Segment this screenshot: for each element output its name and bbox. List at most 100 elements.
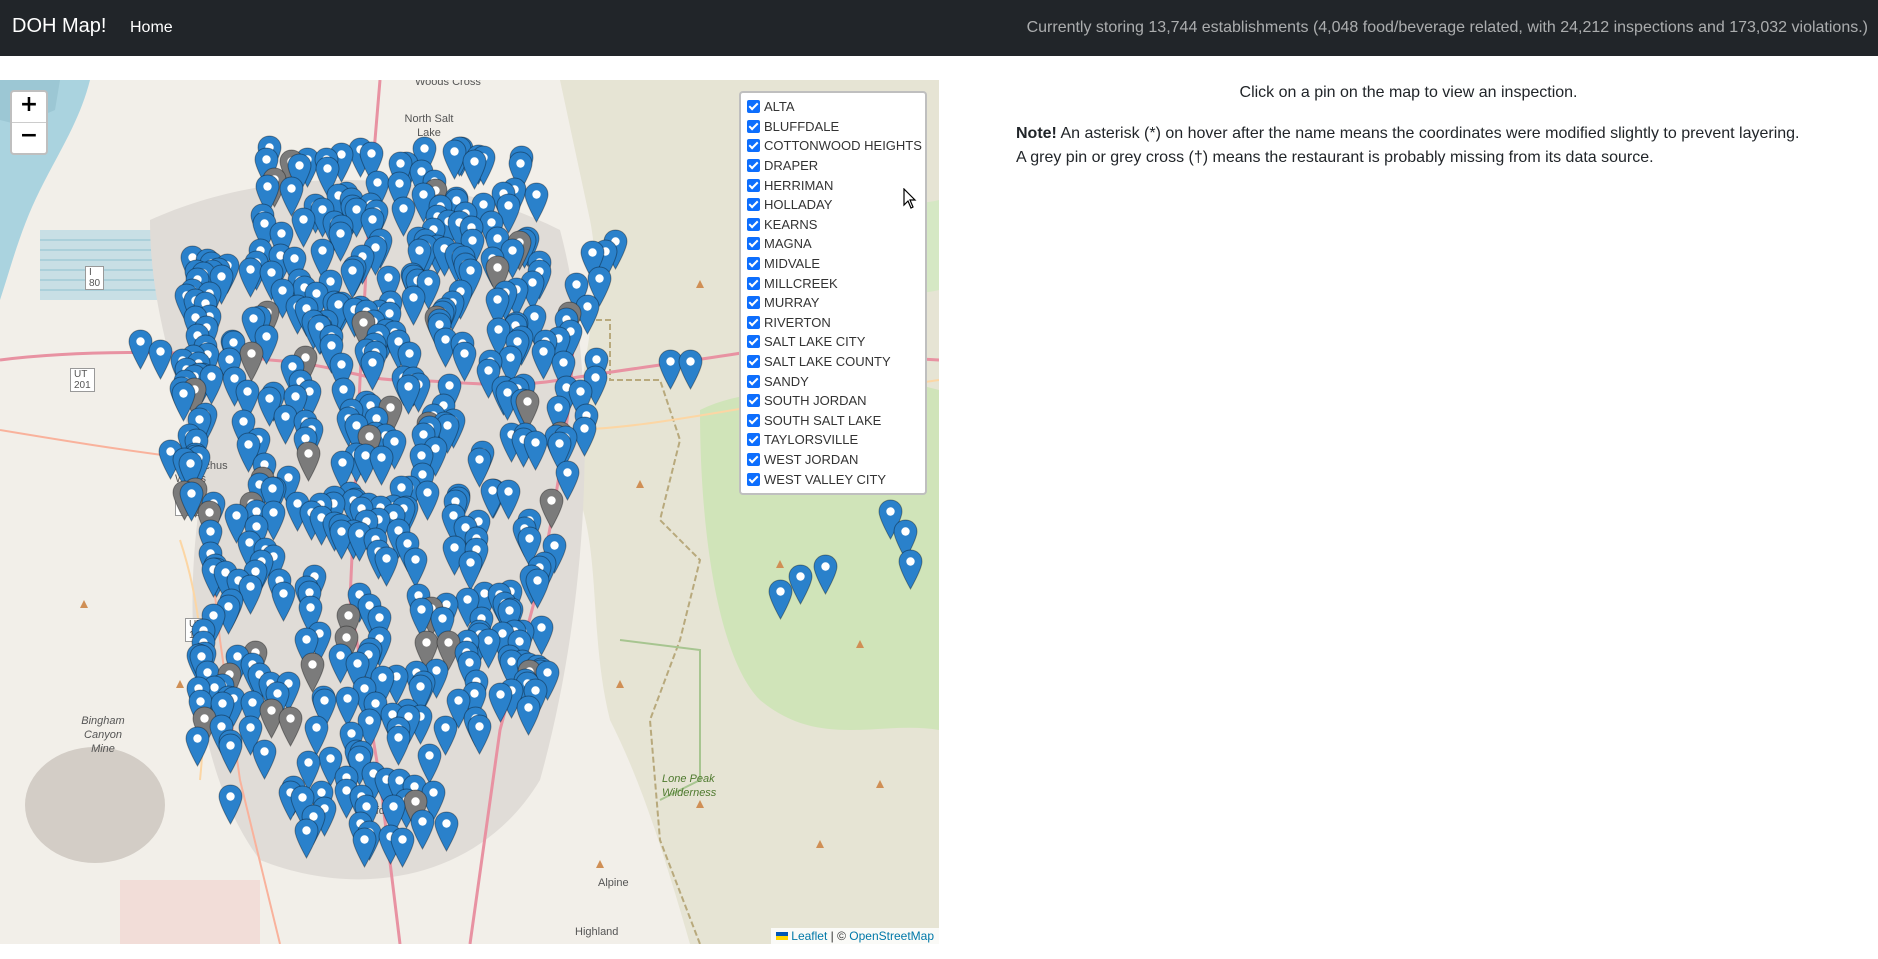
marker-pin-icon[interactable]	[525, 568, 550, 610]
layer-item-holladay[interactable]: HOLLADAY	[747, 195, 919, 215]
note-text-2: A grey pin or grey cross (†) means the r…	[1016, 149, 1654, 166]
layer-item-murray[interactable]: MURRAY	[747, 293, 919, 313]
marker-pin-icon[interactable]	[218, 784, 243, 825]
stats-text: Currently storing 13,744 establishments …	[1026, 19, 1868, 36]
marker-pin-icon[interactable]	[271, 581, 296, 622]
layer-item-salt-lake-county[interactable]: SALT LAKE COUNTY	[747, 352, 919, 372]
marker-pin-icon[interactable]	[678, 349, 703, 390]
marker-pin-icon[interactable]	[488, 682, 513, 723]
layer-checkbox[interactable]	[747, 355, 760, 369]
layer-label: SANDY	[764, 373, 809, 389]
layer-checkbox[interactable]	[747, 472, 760, 486]
brand-link[interactable]: DOH Map!	[12, 15, 106, 38]
layer-item-cottonwood-heights[interactable]: COTTONWOOD HEIGHTS	[747, 136, 922, 156]
layer-label: TAYLORSVILLE	[764, 432, 859, 448]
layer-label: ALTA	[764, 99, 795, 115]
layer-item-millcreek[interactable]: MILLCREEK	[747, 273, 919, 293]
layer-label: RIVERTON	[764, 314, 831, 330]
openstreetmap-link[interactable]: OpenStreetMap	[849, 929, 934, 943]
layer-checkbox[interactable]	[747, 159, 760, 173]
layer-item-bluffdale[interactable]: BLUFFDALE	[747, 117, 919, 137]
layer-checkbox[interactable]	[747, 296, 760, 310]
marker-pin-icon[interactable]	[523, 429, 548, 471]
layer-checkbox[interactable]	[747, 315, 760, 329]
layer-checkbox[interactable]	[747, 413, 760, 427]
marker-pin-icon[interactable]	[294, 818, 319, 860]
zoom-control: + −	[10, 90, 48, 155]
zoom-out-button[interactable]: −	[12, 123, 46, 153]
layer-checkbox[interactable]	[747, 100, 760, 114]
missing-marker-pin-icon[interactable]	[539, 488, 564, 529]
layer-label: SALT LAKE COUNTY	[764, 354, 891, 370]
layer-item-magna[interactable]: MAGNA	[747, 234, 919, 254]
marker-pin-icon[interactable]	[185, 726, 210, 767]
note-label: Note!	[1016, 125, 1057, 142]
layer-checkbox[interactable]	[747, 394, 760, 408]
layer-checkbox[interactable]	[747, 374, 760, 388]
layer-item-west-jordan[interactable]: WEST JORDAN	[747, 450, 919, 470]
layer-checkbox[interactable]	[747, 217, 760, 231]
missing-marker-pin-icon[interactable]	[278, 706, 303, 747]
layer-item-south-jordan[interactable]: SOUTH JORDAN	[747, 391, 919, 411]
layer-checkbox[interactable]	[747, 257, 760, 271]
layer-label: BLUFFDALE	[764, 118, 840, 134]
layer-checkbox[interactable]	[747, 433, 760, 447]
marker-pin-icon[interactable]	[352, 827, 377, 869]
marker-pin-icon[interactable]	[148, 339, 173, 380]
layer-item-riverton[interactable]: RIVERTON	[747, 313, 919, 333]
marker-pin-icon[interactable]	[360, 350, 385, 392]
marker-pin-icon[interactable]	[218, 733, 243, 775]
layer-label: DRAPER	[764, 158, 819, 174]
layer-item-salt-lake-city[interactable]: SALT LAKE CITY	[747, 332, 919, 352]
layer-checkbox[interactable]	[747, 335, 760, 349]
layer-label: COTTONWOOD HEIGHTS	[764, 138, 922, 154]
leaflet-link[interactable]: Leaflet	[791, 929, 827, 943]
note-text-1: An asterisk (*) on hover after the name …	[1056, 125, 1800, 142]
layer-label: SALT LAKE CITY	[764, 334, 866, 350]
ukraine-flag-icon	[776, 932, 789, 940]
layer-checkbox[interactable]	[747, 452, 760, 466]
marker-pin-icon[interactable]	[898, 549, 923, 590]
layer-item-midvale[interactable]: MIDVALE	[747, 254, 919, 274]
layer-item-west-valley-city[interactable]: WEST VALLEY CITY	[747, 469, 919, 489]
marker-pin-icon[interactable]	[374, 546, 399, 587]
marker-pin-icon[interactable]	[813, 554, 838, 595]
layer-label: MAGNA	[764, 236, 812, 252]
layer-checkbox[interactable]	[747, 178, 760, 192]
home-link[interactable]: Home	[130, 19, 173, 37]
arrow-cursor-icon	[903, 188, 917, 209]
zoom-in-button[interactable]: +	[12, 92, 46, 123]
layer-item-south-salt-lake[interactable]: SOUTH SALT LAKE	[747, 411, 919, 431]
layer-checkbox[interactable]	[747, 119, 760, 133]
layer-control: ALTA BLUFFDALE COTTONWOOD HEIGHTS DRAPER HER…	[739, 91, 927, 495]
layer-item-herriman[interactable]: HERRIMAN	[747, 175, 919, 195]
attribution-separator: | ©	[827, 929, 850, 943]
marker-pin-icon[interactable]	[516, 695, 541, 737]
marker-pin-icon[interactable]	[524, 182, 549, 224]
marker-pin-icon[interactable]	[415, 480, 440, 522]
marker-pin-icon[interactable]	[390, 827, 415, 868]
marker-pin-icon[interactable]	[403, 547, 428, 589]
marker-pin-icon[interactable]	[462, 149, 487, 190]
inspection-hint: Click on a pin on the map to view an ins…	[1239, 84, 1578, 101]
navbar: DOH Map! Home Currently storing 13,744 e…	[0, 0, 1878, 56]
marker-pin-icon[interactable]	[467, 714, 492, 756]
marker-pin-icon[interactable]	[252, 739, 277, 780]
map[interactable]: Woods Cross North Salt Lake UT 201 I 80 …	[0, 80, 939, 944]
layer-item-alta[interactable]: ALTA	[747, 97, 919, 117]
layer-item-kearns[interactable]: KEARNS	[747, 215, 919, 235]
layer-item-sandy[interactable]: SANDY	[747, 371, 919, 391]
layer-item-taylorsville[interactable]: TAYLORSVILLE	[747, 430, 919, 450]
marker-pin-icon[interactable]	[768, 579, 793, 620]
note-line-1: Note! An asterisk (*) on hover after the…	[1016, 122, 1800, 146]
layer-checkbox[interactable]	[747, 139, 760, 153]
layer-item-draper[interactable]: DRAPER	[747, 156, 919, 176]
layer-label: MILLCREEK	[764, 275, 838, 291]
marker-pin-icon[interactable]	[434, 811, 459, 853]
layer-checkbox[interactable]	[747, 276, 760, 290]
layer-label: HOLLADAY	[764, 197, 833, 213]
layer-label: MIDVALE	[764, 256, 821, 272]
marker-pin-icon[interactable]	[386, 725, 411, 766]
layer-checkbox[interactable]	[747, 198, 760, 212]
layer-checkbox[interactable]	[747, 237, 760, 251]
